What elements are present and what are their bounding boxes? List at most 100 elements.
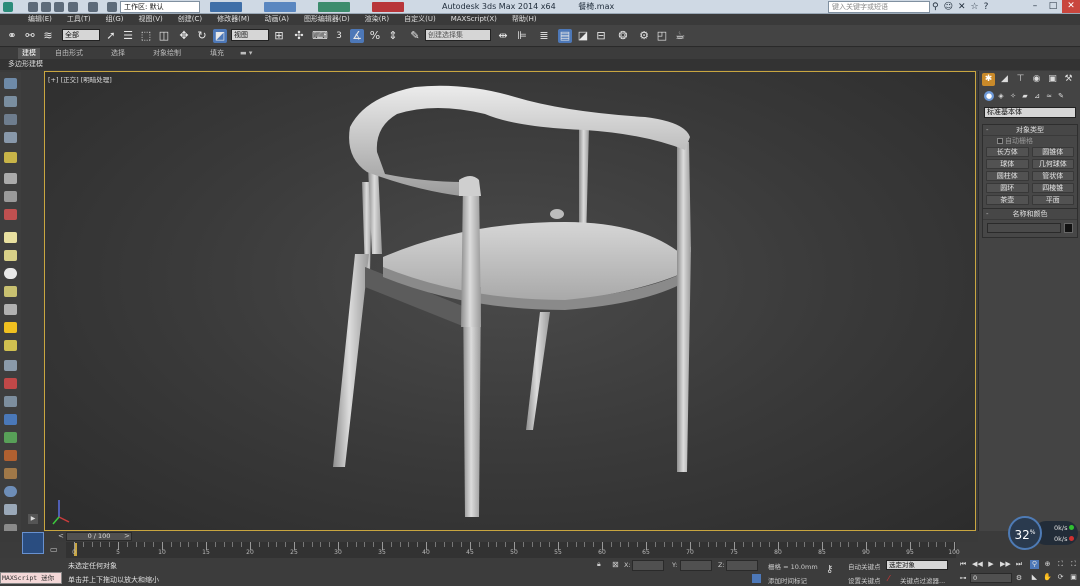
box-button[interactable]: 长方体 [986, 147, 1029, 157]
spinner-snap-icon[interactable]: ⇕ [386, 29, 400, 43]
tool-icon[interactable] [4, 132, 17, 143]
perspective-viewport[interactable]: [+] [正交] [明暗处理] [44, 71, 976, 531]
space-warps-icon[interactable]: ≈ [1044, 91, 1054, 101]
rectangle-selection-icon[interactable]: ⬚ [139, 29, 153, 43]
angle-snap-icon[interactable]: ∡ [350, 29, 364, 43]
percent-snap-icon[interactable]: % [368, 29, 382, 43]
prev-frame-icon[interactable]: < [58, 532, 64, 540]
bind-space-warp-icon[interactable]: ≋ [41, 29, 55, 43]
teapot-button[interactable]: 茶壶 [986, 195, 1029, 205]
taskbar-thumb[interactable] [318, 2, 350, 12]
tab-selection[interactable]: 选择 [111, 48, 125, 59]
tool-icon[interactable] [4, 232, 17, 243]
undo-icon[interactable] [68, 2, 78, 12]
layer-manager-icon[interactable]: ≣ [537, 29, 551, 43]
viewport-layout-icon[interactable] [22, 532, 44, 554]
zoom-all-icon[interactable]: ⊕ [1043, 560, 1052, 569]
zoom-extents-icon[interactable]: ⛶ [1056, 560, 1065, 569]
auto-key-button[interactable]: 自动关键点 [848, 561, 881, 571]
key-filters-button[interactable]: 关键点过滤器... [900, 575, 945, 585]
tool-icon[interactable] [4, 173, 17, 184]
render-setup-icon[interactable]: ⚙ [637, 29, 651, 43]
z-coordinate-field[interactable] [726, 560, 758, 571]
rotate-icon[interactable]: ↻ [195, 29, 209, 43]
help-icon[interactable]: ? [984, 1, 989, 13]
open-file-icon[interactable] [41, 2, 51, 12]
cameras-icon[interactable]: ▰ [1020, 91, 1030, 101]
menu-tools[interactable]: 工具(T) [67, 14, 91, 25]
tool-icon[interactable] [4, 432, 17, 443]
tab-populate[interactable]: 填充 [210, 48, 224, 59]
expand-arrow-icon[interactable]: ▶ [28, 514, 38, 524]
sphere-button[interactable]: 球体 [986, 159, 1029, 169]
new-file-icon[interactable] [28, 2, 38, 12]
geometry-icon[interactable]: ● [984, 91, 994, 101]
set-key-button[interactable]: 设置关键点 [848, 575, 881, 585]
tab-object-paint[interactable]: 对象绘制 [153, 48, 181, 59]
app-menu-icon[interactable] [3, 2, 13, 12]
workspace-dropdown[interactable]: 工作区: 默认 [120, 1, 200, 13]
key-filter-icon[interactable]: ⁄ [888, 574, 889, 583]
scale-icon[interactable]: ◩ [213, 29, 227, 43]
usage-percent-badge[interactable]: 32% [1008, 516, 1042, 550]
time-slider[interactable]: 0 / 100 [66, 532, 132, 541]
reference-coord-dropdown[interactable]: 视图 [231, 29, 269, 41]
object-name-input[interactable] [987, 223, 1061, 233]
tool-icon[interactable] [4, 450, 17, 461]
pan-icon[interactable]: ✋ [1043, 573, 1052, 582]
menu-help[interactable]: 帮助(H) [512, 14, 537, 25]
unlink-icon[interactable]: ⚯ [23, 29, 37, 43]
display-tab-icon[interactable]: ▣ [1046, 73, 1059, 86]
select-by-name-icon[interactable]: ☰ [121, 29, 135, 43]
pivot-center-icon[interactable]: ⊞ [272, 29, 286, 43]
save-file-icon[interactable] [54, 2, 64, 12]
time-config-icon[interactable]: ⚙ [1014, 573, 1024, 583]
lights-icon[interactable]: ✧ [1008, 91, 1018, 101]
pyramid-button[interactable]: 四棱锥 [1031, 183, 1074, 193]
tool-icon[interactable] [4, 396, 17, 407]
torus-button[interactable]: 圆环 [986, 183, 1029, 193]
systems-icon[interactable]: ✎ [1056, 91, 1066, 101]
curve-editor-icon[interactable]: ◪ [576, 29, 590, 43]
tube-button[interactable]: 管状体 [1031, 171, 1074, 181]
set-key-icon[interactable]: ⚷ [826, 564, 833, 575]
modify-tab-icon[interactable]: ◢ [998, 73, 1011, 86]
menu-maxscript[interactable]: MAXScript(X) [451, 14, 497, 25]
menu-modifiers[interactable]: 修改器(M) [217, 14, 250, 25]
maximize-button[interactable]: □ [1044, 0, 1062, 13]
zoom-extents-all-icon[interactable]: ⛶ [1069, 560, 1078, 569]
tool-icon[interactable] [4, 114, 17, 125]
taskbar-thumb[interactable] [372, 2, 404, 12]
set-project-icon[interactable] [107, 2, 117, 12]
taskbar-thumb[interactable] [210, 2, 242, 12]
tool-icon[interactable] [4, 504, 17, 515]
object-type-header[interactable]: - 对象类型 [983, 125, 1077, 136]
plane-button[interactable]: 平面 [1031, 195, 1074, 205]
tool-icon[interactable] [4, 360, 17, 371]
zoom-icon[interactable]: ⚲ [1030, 560, 1039, 569]
field-of-view-icon[interactable]: ◣ [1030, 573, 1039, 582]
minimize-button[interactable]: – [1026, 0, 1044, 13]
helpers-icon[interactable]: ⊿ [1032, 91, 1042, 101]
goto-start-icon[interactable]: ⏮ [958, 559, 968, 569]
menu-create[interactable]: 创建(C) [178, 14, 202, 25]
search-input[interactable]: 键入关键字或短语 [828, 1, 930, 13]
tool-icon[interactable] [4, 378, 17, 389]
key-mode-icon[interactable]: ⊶ [958, 573, 968, 583]
align-icon[interactable]: ⊫ [515, 29, 529, 43]
tool-icon[interactable] [4, 468, 17, 479]
binoculars-icon[interactable]: ⚲ [932, 1, 939, 13]
tool-icon[interactable] [4, 286, 17, 297]
tool-icon[interactable] [4, 191, 17, 202]
redo-icon[interactable] [88, 2, 98, 12]
mini-curve-editor-icon[interactable]: ▭ [50, 545, 58, 554]
maxscript-listener[interactable]: MAXScript 迷你 [0, 572, 62, 584]
link-icon[interactable]: ⚭ [5, 29, 19, 43]
select-object-icon[interactable]: ➚ [104, 29, 118, 43]
menu-customize[interactable]: 自定义(U) [404, 14, 436, 25]
ribbon-subtitle[interactable]: 多边形建模 [0, 60, 43, 68]
maximize-viewport-icon[interactable]: ▣ [1069, 573, 1078, 582]
utilities-tab-icon[interactable]: ⚒ [1062, 73, 1075, 86]
prev-key-icon[interactable]: ◀◀ [972, 559, 983, 569]
create-tab-icon[interactable]: ✱ [982, 73, 995, 86]
